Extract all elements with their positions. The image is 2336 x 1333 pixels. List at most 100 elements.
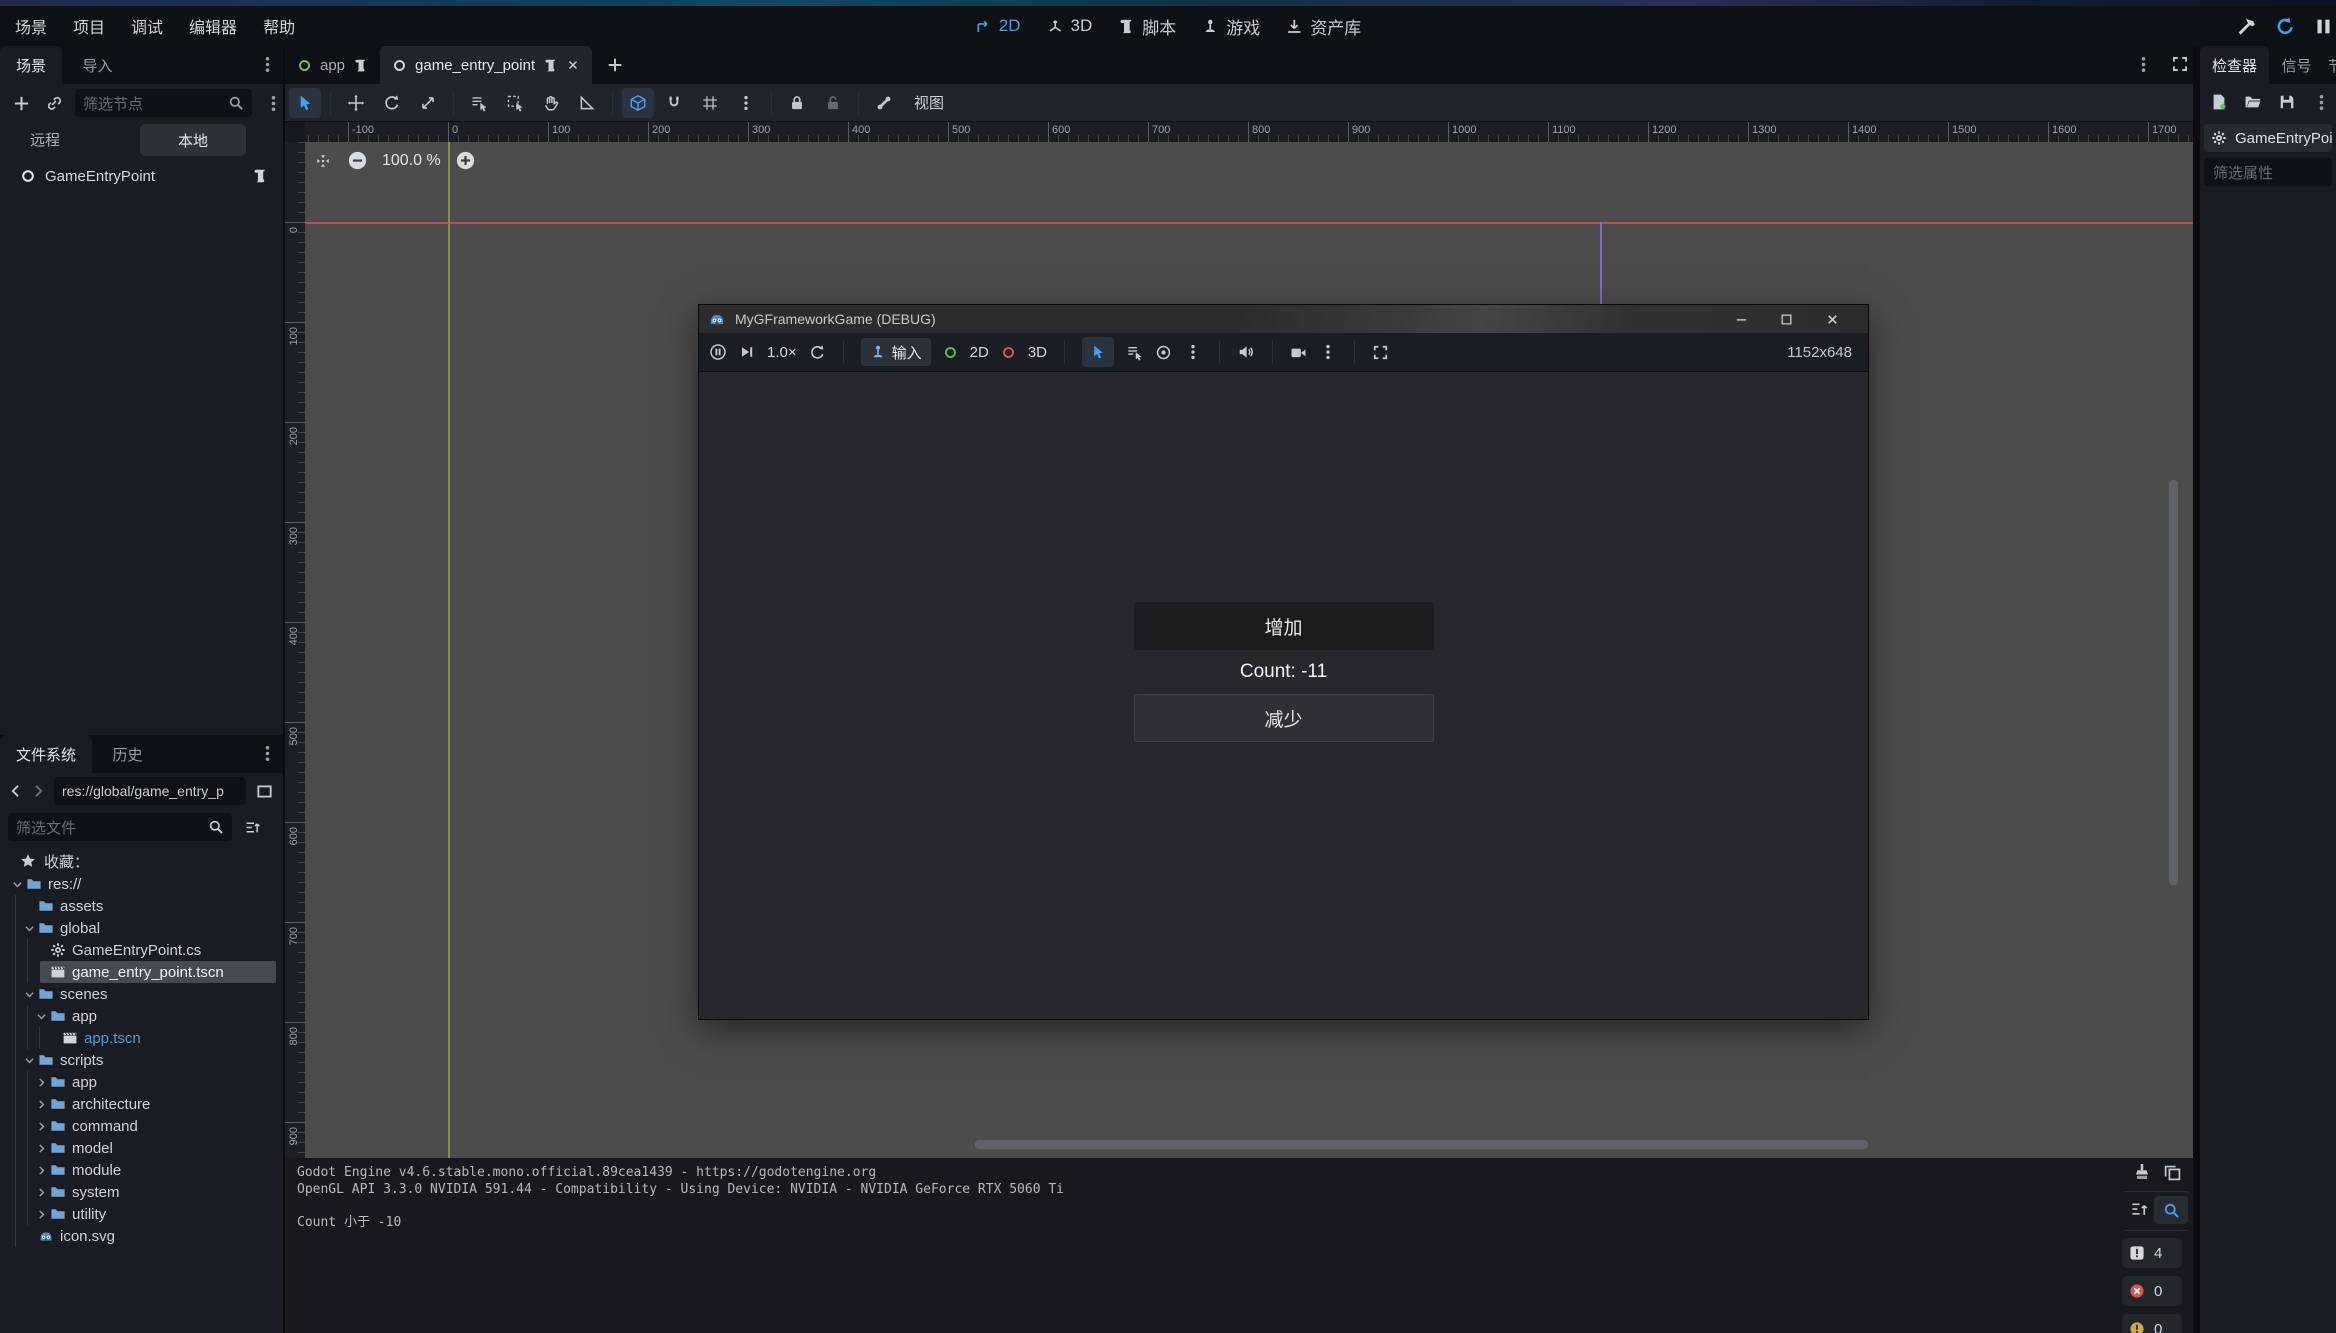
mute-audio-icon[interactable] [1237, 343, 1255, 361]
right-dock-divider[interactable] [2193, 46, 2200, 1333]
workspace-资产库[interactable]: 资产库 [1286, 14, 1361, 39]
instance-scene-icon[interactable] [45, 94, 63, 112]
filter-properties-input[interactable]: 筛选属性 [2204, 158, 2332, 186]
fs-item-icon.svg[interactable]: icon.svg [0, 1225, 283, 1247]
restart-icon[interactable] [809, 344, 826, 361]
zoom-percent[interactable]: 100.0 % [382, 152, 441, 170]
scene-tree-node-gameentrypoint[interactable]: GameEntryPoint [0, 162, 283, 190]
chevron-right-icon[interactable] [34, 1186, 48, 1199]
nav-back-icon[interactable] [8, 783, 24, 799]
tool-kebab-icon[interactable] [730, 88, 762, 118]
reload-icon[interactable] [2275, 16, 2296, 37]
chevron-right-icon[interactable] [34, 1142, 48, 1155]
speed-scale[interactable]: 1.0× [767, 344, 797, 361]
2d-viewport[interactable]: 100.0 % MyGFrameworkGame (DEBUG) 1.0× [285, 122, 2193, 1158]
camera-icon[interactable] [1290, 344, 1307, 361]
canvas-hscrollbar[interactable] [975, 1140, 1868, 1149]
chevron-right-icon[interactable] [34, 1098, 48, 1111]
workspace-2d[interactable]: 2D [975, 16, 1021, 36]
game-window-titlebar[interactable]: MyGFrameworkGame (DEBUG) [699, 305, 1868, 333]
fs-item-scenes[interactable]: scenes [0, 983, 283, 1005]
2d-mode-button[interactable]: 2D [970, 344, 989, 361]
scene-dock-menu-icon[interactable] [258, 55, 277, 74]
tab-history[interactable]: 历史 [96, 735, 158, 773]
hammer-icon[interactable] [2237, 16, 2258, 37]
3d-mode-button[interactable]: 3D [1028, 344, 1047, 361]
load-resource-icon[interactable] [2244, 93, 2262, 111]
select-list-icon[interactable] [1126, 344, 1143, 361]
zoom-out-icon[interactable] [347, 150, 368, 171]
fs-item-system[interactable]: system [0, 1181, 283, 1203]
clear-output-icon[interactable] [2132, 1162, 2152, 1182]
close-tab-icon[interactable] [566, 58, 580, 72]
attached-script-icon[interactable] [252, 168, 268, 184]
fs-item-utility[interactable]: utility [0, 1203, 283, 1225]
split-view-icon[interactable] [256, 783, 273, 800]
remote-button[interactable]: 远程 [30, 129, 60, 150]
script-icon[interactable] [543, 58, 558, 73]
chevron-right-icon[interactable] [34, 1076, 48, 1089]
chevron-down-icon[interactable] [10, 878, 24, 891]
search-output-icon[interactable] [2154, 1196, 2188, 1224]
more-options-icon[interactable] [1184, 343, 1202, 361]
favorites-row[interactable]: 收藏： [0, 850, 283, 872]
chevron-down-icon[interactable] [22, 922, 36, 935]
camera-menu-icon[interactable] [1319, 343, 1337, 361]
error-count-badge[interactable]: 0 [2122, 1276, 2182, 1306]
message-count-badge[interactable]: 4 [2122, 1238, 2182, 1268]
current-path-field[interactable]: res://global/game_entry_p [54, 777, 246, 805]
fs-item-res[interactable]: res:// [0, 873, 283, 895]
filter-nodes-input[interactable]: 筛选节点 [75, 89, 252, 117]
fs-item-assets[interactable]: assets [0, 895, 283, 917]
tab-signals[interactable]: 信号 [2273, 46, 2319, 84]
tab-scene[interactable]: 场景 [0, 46, 62, 84]
embed-fullscreen-icon[interactable] [1372, 344, 1389, 361]
menu-item-1[interactable]: 项目 [60, 14, 118, 38]
fs-item-app.tscn[interactable]: app.tscn [0, 1027, 283, 1049]
menu-item-2[interactable]: 调试 [118, 14, 176, 38]
chevron-down-icon[interactable] [22, 1054, 36, 1067]
new-scene-tab-button[interactable] [606, 56, 624, 74]
fs-item-GameEntryPoint.cs[interactable]: GameEntryPoint.cs [0, 939, 283, 961]
zoom-in-icon[interactable] [455, 150, 476, 171]
left-dock-divider[interactable] [283, 46, 285, 1333]
camera-override-icon[interactable] [1155, 344, 1172, 361]
sort-files-icon[interactable] [244, 819, 261, 836]
scene-tab-game_entry_point[interactable]: game_entry_point [380, 46, 592, 84]
local-button[interactable]: 本地 [140, 124, 246, 156]
fs-item-architecture[interactable]: architecture [0, 1093, 283, 1115]
menu-item-0[interactable]: 场景 [2, 14, 60, 38]
increase-button[interactable]: 增加 [1134, 602, 1434, 650]
nav-forward-icon[interactable] [30, 783, 46, 799]
tool-magnet-icon[interactable] [658, 88, 690, 118]
tool-lock-icon[interactable] [781, 88, 813, 118]
tool-listsel-icon[interactable] [463, 88, 495, 118]
fs-item-scripts[interactable]: scripts [0, 1049, 283, 1071]
center-view-icon[interactable] [313, 151, 333, 171]
warning-count-badge[interactable]: 0 [2122, 1314, 2182, 1333]
workspace-脚本[interactable]: 脚本 [1118, 14, 1176, 39]
fs-item-app[interactable]: app [0, 1071, 283, 1093]
tab-node-clipped[interactable]: 节点 [2324, 46, 2336, 84]
game-debug-window[interactable]: MyGFrameworkGame (DEBUG) 1.0× 输入 2D 3D [698, 304, 1869, 1020]
input-mode-button[interactable]: 输入 [861, 338, 931, 366]
workspace-游戏[interactable]: 游戏 [1202, 14, 1260, 39]
chevron-down-icon[interactable] [34, 1010, 48, 1023]
tool-rotate-icon[interactable] [376, 88, 408, 118]
new-resource-icon[interactable] [2210, 93, 2228, 111]
fs-item-game_entry_point.tscn[interactable]: game_entry_point.tscn [0, 961, 283, 983]
chevron-right-icon[interactable] [34, 1208, 48, 1221]
decrease-button[interactable]: 减少 [1134, 694, 1434, 742]
workspace-3d[interactable]: 3D [1047, 16, 1093, 36]
select-mode-icon[interactable] [1082, 337, 1114, 367]
tool-cube-icon[interactable] [622, 88, 654, 118]
add-node-icon[interactable] [12, 94, 31, 113]
expand-editor-icon[interactable] [2171, 55, 2189, 73]
suspend-icon[interactable] [709, 343, 727, 361]
menu-item-3[interactable]: 编辑器 [176, 14, 250, 38]
fs-item-model[interactable]: model [0, 1137, 283, 1159]
minimize-icon[interactable] [1734, 312, 1749, 327]
tool-hand-icon[interactable] [535, 88, 567, 118]
tool-bone-icon[interactable] [868, 88, 900, 118]
fs-item-app[interactable]: app [0, 1005, 283, 1027]
